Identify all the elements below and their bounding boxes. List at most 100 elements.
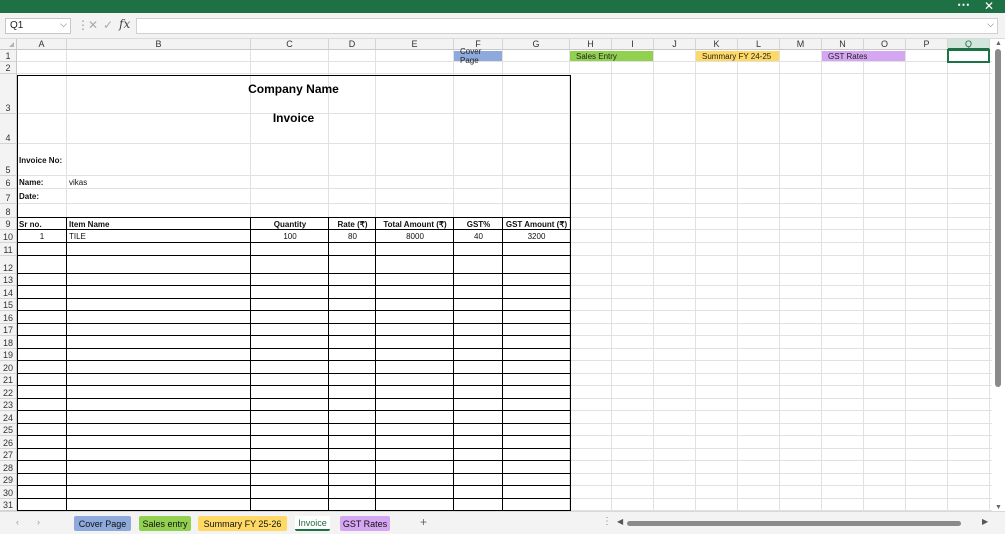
- select-all-corner[interactable]: [0, 39, 17, 50]
- scroll-right-icon[interactable]: ▶: [982, 517, 988, 526]
- column-header-a[interactable]: A: [17, 39, 67, 50]
- sheet-tab-summary-fy-25-26[interactable]: Summary FY 25-26: [198, 516, 287, 531]
- row-header-2[interactable]: 2: [0, 62, 17, 74]
- scroll-left-icon[interactable]: ◀: [617, 517, 623, 526]
- gridline: [17, 61, 992, 62]
- table-line: [17, 298, 570, 299]
- horizontal-scroll-thumb[interactable]: [627, 521, 961, 526]
- formula-input[interactable]: ⌵: [136, 18, 998, 34]
- row-header-31[interactable]: 31: [0, 499, 17, 511]
- row-header-3[interactable]: 3: [0, 74, 17, 114]
- row-header-27[interactable]: 27: [0, 449, 17, 461]
- gridline: [17, 143, 992, 144]
- column-header-k[interactable]: K: [696, 39, 738, 50]
- row-header-16[interactable]: 16: [0, 311, 17, 324]
- vertical-scrollbar[interactable]: ▲ ▼: [992, 39, 1005, 511]
- column-header-c[interactable]: C: [251, 39, 329, 50]
- enter-check-icon[interactable]: ✓: [103, 18, 113, 32]
- nav-link-sales-entry[interactable]: Sales Entry: [570, 51, 653, 61]
- scroll-up-icon[interactable]: ▲: [995, 40, 1002, 47]
- row-header-6[interactable]: 6: [0, 176, 17, 189]
- more-options-icon[interactable]: ⋯: [957, 0, 971, 13]
- column-header-b[interactable]: B: [67, 39, 251, 50]
- selected-cell-q1[interactable]: [947, 49, 990, 63]
- cancel-icon[interactable]: ✕: [88, 18, 98, 32]
- row-header-25[interactable]: 25: [0, 424, 17, 436]
- gridline: [653, 50, 654, 511]
- row-header-14[interactable]: 14: [0, 286, 17, 299]
- table-line: [502, 217, 503, 511]
- row-header-13[interactable]: 13: [0, 274, 17, 286]
- spreadsheet-grid[interactable]: A B C D E F G H I J K L M N O P Q 1 2 3 4 5 6 7 8 9 10 11 12 13 14 15 16…: [0, 39, 992, 511]
- row-header-28[interactable]: 28: [0, 461, 17, 474]
- row-header-20[interactable]: 20: [0, 361, 17, 374]
- row-header-9[interactable]: 9: [0, 218, 17, 230]
- nav-link-gst-rates[interactable]: GST Rates: [822, 51, 905, 61]
- expand-formula-bar-icon[interactable]: ⌵: [987, 19, 994, 30]
- tab-split-handle-icon[interactable]: ⋮: [602, 516, 612, 527]
- column-header-h[interactable]: H: [570, 39, 612, 50]
- nav-link-cover-page[interactable]: Cover Page: [454, 47, 502, 65]
- table-line: [375, 217, 376, 511]
- column-header-d[interactable]: D: [329, 39, 376, 50]
- row-header-15[interactable]: 15: [0, 299, 17, 311]
- sheet-tab-invoice[interactable]: Invoice: [295, 516, 330, 531]
- invoice-frame: [17, 75, 571, 511]
- row-header-29[interactable]: 29: [0, 474, 17, 486]
- column-header-i[interactable]: I: [612, 39, 654, 50]
- title-bar: ⋯ ✕: [0, 0, 1005, 13]
- column-header-n[interactable]: N: [822, 39, 864, 50]
- vertical-scroll-thumb[interactable]: [995, 49, 1001, 387]
- table-line: [17, 410, 570, 411]
- row-header-8[interactable]: 8: [0, 204, 17, 218]
- row-header-18[interactable]: 18: [0, 336, 17, 349]
- row-header-12[interactable]: 12: [0, 256, 17, 274]
- row-header-26[interactable]: 26: [0, 436, 17, 449]
- chevron-down-icon[interactable]: ⌵: [60, 19, 67, 30]
- row-header-22[interactable]: 22: [0, 386, 17, 399]
- name-box[interactable]: Q1 ⌵: [5, 18, 71, 34]
- sheet-tab-cover-page[interactable]: Cover Page: [74, 516, 131, 531]
- table-line: [17, 310, 570, 311]
- table-line: [17, 255, 570, 256]
- close-icon[interactable]: ✕: [984, 0, 994, 13]
- row-header-21[interactable]: 21: [0, 374, 17, 386]
- next-sheet-icon[interactable]: ›: [37, 517, 40, 527]
- column-header-m[interactable]: M: [780, 39, 822, 50]
- row-header-7[interactable]: 7: [0, 189, 17, 204]
- name-value[interactable]: vikas: [69, 176, 249, 189]
- gridline: [17, 73, 992, 74]
- table-line: [17, 460, 570, 461]
- scroll-down-icon[interactable]: ▼: [995, 504, 1002, 511]
- column-header-j[interactable]: J: [654, 39, 696, 50]
- add-sheet-icon[interactable]: +: [420, 515, 427, 529]
- row-header-17[interactable]: 17: [0, 324, 17, 336]
- row-header-11[interactable]: 11: [0, 243, 17, 256]
- nav-link-summary[interactable]: Summary FY 24-25: [696, 51, 779, 61]
- table-line: [453, 217, 454, 511]
- date-label: Date:: [19, 192, 40, 201]
- insert-function-icon[interactable]: fx: [119, 17, 130, 31]
- table-line: [17, 285, 570, 286]
- row-header-30[interactable]: 30: [0, 486, 17, 499]
- column-header-g[interactable]: G: [503, 39, 570, 50]
- row-header-1[interactable]: 1: [0, 50, 17, 62]
- row-header-19[interactable]: 19: [0, 349, 17, 361]
- table-line: [250, 217, 251, 511]
- sheet-tab-gst-rates[interactable]: GST Rates: [340, 516, 390, 531]
- row-header-5[interactable]: 5: [0, 144, 17, 176]
- previous-sheet-icon[interactable]: ‹: [16, 517, 19, 527]
- column-header-p[interactable]: P: [906, 39, 948, 50]
- table-line: [17, 323, 570, 324]
- table-line: [17, 242, 570, 243]
- sheet-tab-sales-entry[interactable]: Sales entry: [139, 516, 191, 531]
- formula-bar: Q1 ⌵ ⋮ ✕ ✓ fx ⌵: [0, 13, 1005, 39]
- column-header-l[interactable]: L: [738, 39, 780, 50]
- table-line: [17, 423, 570, 424]
- row-header-10[interactable]: 10: [0, 230, 17, 243]
- column-header-o[interactable]: O: [864, 39, 906, 50]
- column-header-e[interactable]: E: [376, 39, 454, 50]
- row-header-23[interactable]: 23: [0, 399, 17, 411]
- row-header-24[interactable]: 24: [0, 411, 17, 424]
- row-header-4[interactable]: 4: [0, 114, 17, 144]
